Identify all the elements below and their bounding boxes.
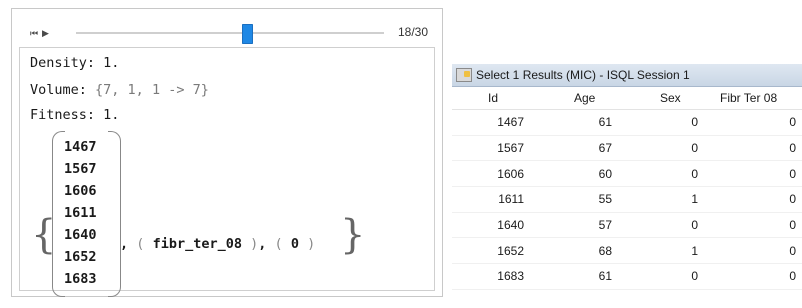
cell-fibr-ter-08: 0 — [789, 166, 796, 181]
table-row[interactable]: 1683 61 0 0 — [452, 264, 802, 290]
table-row[interactable]: 1652 68 1 0 — [452, 238, 802, 265]
slider-track[interactable] — [76, 32, 384, 34]
table-row[interactable]: 1640 57 0 0 — [452, 213, 802, 239]
column-header-fibr-ter-08[interactable]: Fibr Ter 08 — [710, 87, 802, 109]
right-brace: } — [340, 212, 366, 258]
manipulate-panel: ⏮ ▶ 18/30 Density: 1. Volume: {7, 1, 1 -… — [11, 8, 443, 297]
volume-value: {7, 1, 1 -> 7} — [95, 82, 209, 98]
cell-fibr-ter-08: 0 — [789, 141, 796, 156]
window-title-bar[interactable]: Select 1 Results (MIC) - ISQL Session 1 — [452, 64, 802, 87]
density-value: 1. — [103, 55, 120, 71]
feature-name: fibr_ter_08 — [152, 236, 242, 252]
cell-age: 55 — [598, 192, 612, 207]
cell-sex: 0 — [691, 141, 698, 156]
cell-id: 1683 — [497, 269, 524, 284]
paren-close: ) — [307, 236, 316, 252]
column-header-id[interactable]: Id — [452, 87, 538, 109]
table-header: Id Age Sex Fibr Ter 08 — [452, 87, 802, 110]
id-value: 1606 — [64, 183, 97, 199]
cell-fibr-ter-08: 0 — [789, 218, 796, 233]
results-table: Id Age Sex Fibr Ter 08 1467 61 0 0 1567 … — [452, 87, 802, 290]
cell-fibr-ter-08: 0 — [789, 192, 796, 207]
fitness-label: Fitness: — [30, 107, 96, 123]
cell-sex: 0 — [691, 115, 698, 130]
cell-sex: 0 — [691, 218, 698, 233]
id-value: 1611 — [64, 205, 97, 221]
cell-age: 67 — [598, 141, 612, 156]
output-box: Density: 1. Volume: {7, 1, 1 -> 7} Fitne… — [19, 47, 435, 297]
database-icon — [456, 68, 472, 82]
feature-tail: , ( fibr_ter_08 ), ( 0 ) — [120, 236, 315, 252]
slider-position-label: 18/30 — [398, 25, 429, 39]
id-value: 1567 — [64, 161, 97, 177]
fitness-line: Fitness: 1. — [30, 107, 119, 123]
skip-to-start-icon[interactable]: ⏮ — [30, 28, 38, 40]
id-value: 1652 — [64, 249, 97, 265]
feature-value: 0 — [290, 236, 299, 252]
cell-fibr-ter-08: 0 — [789, 243, 796, 258]
sql-results-panel: Select 1 Results (MIC) - ISQL Session 1 … — [452, 64, 802, 308]
tail-separator: , — [120, 236, 129, 252]
cell-sex: 1 — [691, 243, 698, 258]
column-header-sex[interactable]: Sex — [624, 87, 710, 109]
density-line: Density: 1. — [30, 55, 119, 71]
id-column: 1467 1567 1606 1611 1640 1652 1683 — [60, 136, 108, 290]
cell-id: 1467 — [497, 115, 524, 130]
cell-id: 1640 — [497, 218, 524, 233]
play-icon[interactable]: ▶ — [42, 28, 49, 40]
id-value: 1640 — [64, 227, 97, 243]
window-title: Select 1 Results (MIC) - ISQL Session 1 — [476, 68, 690, 82]
cell-sex: 1 — [691, 192, 698, 207]
cell-age: 60 — [598, 166, 612, 181]
slider-thumb[interactable] — [242, 24, 253, 44]
density-label: Density: — [30, 55, 96, 71]
id-value: 1467 — [64, 139, 97, 155]
cell-id: 1567 — [497, 141, 524, 156]
cell-id: 1611 — [498, 192, 524, 207]
cell-sex: 0 — [691, 166, 698, 181]
paren-open: ( — [136, 236, 145, 252]
cell-id: 1652 — [497, 243, 524, 258]
cell-fibr-ter-08: 0 — [789, 269, 796, 284]
cell-age: 68 — [598, 243, 612, 258]
manipulate-controls: ⏮ ▶ 18/30 — [12, 9, 442, 49]
cell-age: 61 — [598, 269, 612, 284]
paren-open: ( — [274, 236, 283, 252]
table-row[interactable]: 1567 67 0 0 — [452, 136, 802, 162]
table-row[interactable]: 1606 60 0 0 — [452, 161, 802, 188]
volume-label: Volume: — [30, 82, 87, 98]
matrix-right-paren — [108, 131, 121, 297]
tail-separator-2: , — [258, 236, 267, 252]
volume-line: Volume: {7, 1, 1 -> 7} — [30, 82, 209, 98]
id-value: 1683 — [64, 271, 97, 287]
cell-age: 57 — [598, 218, 612, 233]
table-row[interactable]: 1611 55 1 0 — [452, 187, 802, 213]
cell-id: 1606 — [497, 166, 524, 181]
fitness-value: 1. — [103, 107, 120, 123]
cell-age: 61 — [598, 115, 612, 130]
cell-sex: 0 — [691, 269, 698, 284]
column-header-age[interactable]: Age — [538, 87, 624, 109]
table-row[interactable]: 1467 61 0 0 — [452, 110, 802, 136]
cell-fibr-ter-08: 0 — [789, 115, 796, 130]
